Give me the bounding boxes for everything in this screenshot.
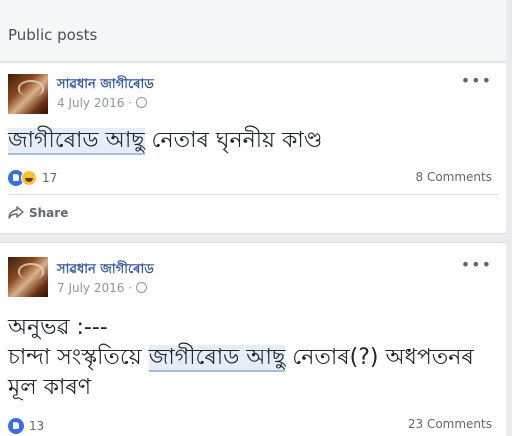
reactions-summary[interactable]: 13 [8, 415, 44, 434]
page-avatar[interactable] [8, 74, 48, 114]
reaction-count[interactable]: 13 [29, 419, 44, 433]
comments-count-link[interactable]: 8 Comments [416, 170, 493, 184]
comments-count-link[interactable]: 23 Comments [408, 417, 492, 431]
highlighted-keyword: জাগীৰোড আছু [8, 128, 145, 155]
post-author-link[interactable]: সাৱধান জাগীৰোড [57, 75, 154, 96]
post-text-before: চান্দা সংস্কৃতিয়ে [8, 345, 149, 370]
post-text: জাগীৰোড আছু নেতাৰ ঘৃননীয় কাণ্ড [8, 126, 322, 156]
globe-icon [136, 282, 148, 293]
post-text-line-2: চান্দা সংস্কৃতিয়ে জাগীৰোড আছু নেতাৰ(?) … [8, 343, 474, 373]
section-title: Public posts [8, 26, 98, 44]
post-text-line-1: অনুভৱ :--- [8, 315, 108, 340]
post-card: সাৱধান জাগীৰোড 4 July 2016 · ••• জাগীৰোড… [0, 62, 506, 234]
reaction-count[interactable]: 17 [42, 171, 57, 185]
divider [8, 194, 498, 195]
post-timestamp[interactable]: 7 July 2016 · [57, 281, 148, 295]
post-timestamp[interactable]: 4 July 2016 · [57, 96, 148, 110]
post-text-line-3: মূল কাৰণ [8, 375, 92, 400]
highlighted-keyword: জাগীৰোড আছু [148, 345, 286, 372]
post-card: সাৱধান জাগীৰোড 7 July 2016 · ••• অনুভৱ :… [0, 242, 506, 436]
like-reaction-icon [8, 417, 24, 434]
post-text-after: নেতাৰ(?) অধপতনৰ [285, 345, 474, 370]
post-date[interactable]: 4 July 2016 · [57, 96, 132, 110]
public-posts-header: Public posts [0, 0, 506, 60]
globe-icon [136, 97, 148, 108]
page-avatar[interactable] [8, 257, 48, 297]
share-icon [8, 206, 24, 219]
post-text-after: নেতাৰ ঘৃননীয় কাণ্ড [144, 128, 323, 153]
more-options-icon[interactable]: ••• [461, 71, 492, 90]
share-label: Share [29, 206, 69, 220]
reactions-summary[interactable]: 17 [8, 167, 57, 186]
more-options-icon[interactable]: ••• [461, 255, 492, 274]
post-author-link[interactable]: সাৱধান জাগীৰোড [57, 260, 154, 281]
haha-reaction-icon [21, 169, 37, 186]
share-button[interactable]: Share [8, 206, 68, 220]
post-date[interactable]: 7 July 2016 · [57, 281, 132, 295]
